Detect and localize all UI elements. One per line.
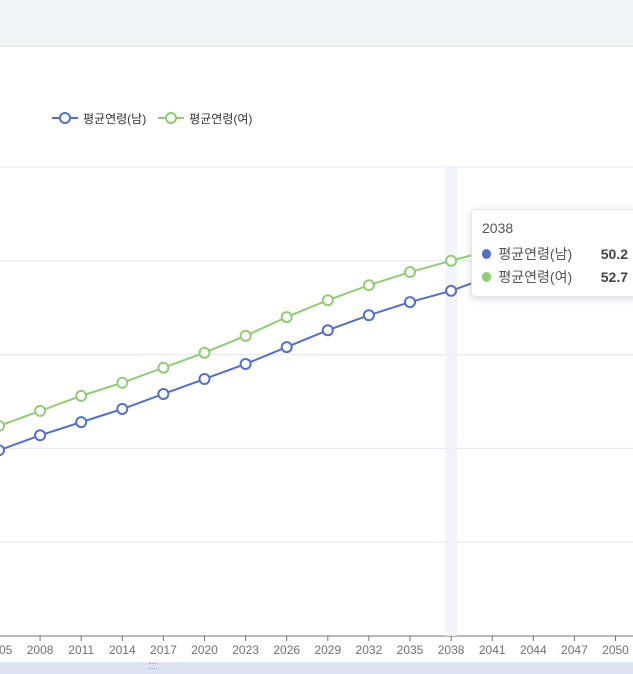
line-chart[interactable]: 2005 2008 2011 2014 2017 2020 2023 2026 2029 2032… bbox=[0, 47, 633, 661]
top-toolbar bbox=[0, 0, 633, 47]
hover-highlight-band bbox=[445, 167, 458, 636]
data-point-female[interactable] bbox=[280, 311, 293, 324]
data-zoom-slider[interactable] bbox=[0, 662, 633, 674]
data-point-male[interactable] bbox=[445, 284, 458, 297]
x-axis-tick-label: 2026 bbox=[273, 643, 300, 657]
x-axis-tick-label: 2023 bbox=[232, 643, 259, 657]
x-axis-tick-label: 2011 bbox=[68, 643, 94, 657]
data-point-female[interactable] bbox=[75, 389, 88, 402]
data-point-female[interactable] bbox=[157, 361, 170, 374]
legend-female-line-icon bbox=[158, 112, 185, 124]
x-axis-tick-label: 2017 bbox=[150, 643, 177, 657]
x-axis-tick-label: 2020 bbox=[191, 643, 218, 657]
legend-label-male: 평균연령(남) bbox=[83, 111, 147, 126]
tooltip-female-value: 52.7 bbox=[600, 268, 628, 285]
data-point-male[interactable] bbox=[239, 357, 252, 370]
data-point-female[interactable] bbox=[362, 279, 375, 292]
data-point-female[interactable] bbox=[445, 254, 458, 267]
data-point-female[interactable] bbox=[34, 404, 47, 417]
x-axis-tick-label: 2032 bbox=[356, 643, 383, 657]
legend-label-female: 평균연령(여) bbox=[189, 111, 253, 126]
x-axis-tick-label: 2047 bbox=[561, 643, 588, 657]
data-point-male[interactable] bbox=[34, 429, 47, 442]
x-axis-tick-label: 2014 bbox=[109, 643, 136, 657]
legend-male-marker bbox=[59, 112, 71, 124]
legend-female-marker bbox=[165, 112, 178, 124]
data-point-male[interactable] bbox=[157, 387, 170, 400]
tooltip-female-dot-icon bbox=[482, 271, 492, 282]
data-point-female[interactable] bbox=[116, 376, 129, 389]
data-point-male[interactable] bbox=[321, 324, 334, 337]
tooltip-female-name: 평균연령(여) bbox=[498, 268, 573, 285]
tooltip-row-female: 평균연령(여) 52.7 bbox=[482, 265, 628, 288]
data-point-female[interactable] bbox=[321, 294, 334, 307]
x-axis-tick-label: 2041 bbox=[479, 643, 506, 657]
x-axis-tick-label: 2005 bbox=[0, 643, 13, 657]
data-point-male[interactable] bbox=[404, 296, 416, 309]
x-axis: 2005 2008 2011 2014 2017 2020 2023 2026 2029 2032… bbox=[0, 636, 629, 657]
tooltip-male-value: 50.2 bbox=[600, 245, 628, 262]
tooltip-title: 2038 bbox=[482, 220, 514, 236]
legend-male-line-icon bbox=[52, 112, 78, 124]
x-axis-tick-label: 2050 bbox=[602, 643, 629, 657]
slider-grip-icon[interactable] bbox=[149, 663, 157, 669]
tooltip: 2038 평균연령(남) 50.2 평균연령(여) 52.7 bbox=[471, 209, 633, 297]
data-point-male[interactable] bbox=[116, 403, 129, 416]
x-axis-tick-label: 2044 bbox=[520, 643, 547, 657]
chart-area[interactable]: 2005 2008 2011 2014 2017 2020 2023 2026 2029 2032… bbox=[0, 47, 633, 661]
data-point-male[interactable] bbox=[0, 444, 5, 457]
data-point-female[interactable] bbox=[404, 266, 416, 279]
legend: 평균연령(남) 평균연령(여) bbox=[52, 110, 252, 126]
tooltip-row-male: 평균연령(남) 50.2 bbox=[482, 242, 628, 265]
data-point-male[interactable] bbox=[198, 372, 211, 385]
tooltip-male-dot-icon bbox=[482, 248, 492, 259]
data-point-male[interactable] bbox=[280, 341, 293, 354]
data-point-female[interactable] bbox=[239, 329, 252, 342]
x-axis-tick-label: 2008 bbox=[27, 643, 54, 657]
data-point-male[interactable] bbox=[362, 309, 375, 322]
legend-item-female[interactable]: 평균연령(여) bbox=[158, 110, 252, 126]
x-axis-tick-label: 2029 bbox=[314, 643, 341, 657]
data-point-female[interactable] bbox=[0, 419, 5, 432]
data-point-male[interactable] bbox=[75, 416, 88, 429]
data-point-female[interactable] bbox=[198, 346, 211, 359]
legend-item-male[interactable]: 평균연령(남) bbox=[52, 110, 146, 126]
x-axis-tick-label: 2038 bbox=[438, 643, 465, 657]
x-axis-tick-label: 2035 bbox=[397, 643, 424, 657]
tooltip-male-name: 평균연령(남) bbox=[498, 245, 573, 262]
